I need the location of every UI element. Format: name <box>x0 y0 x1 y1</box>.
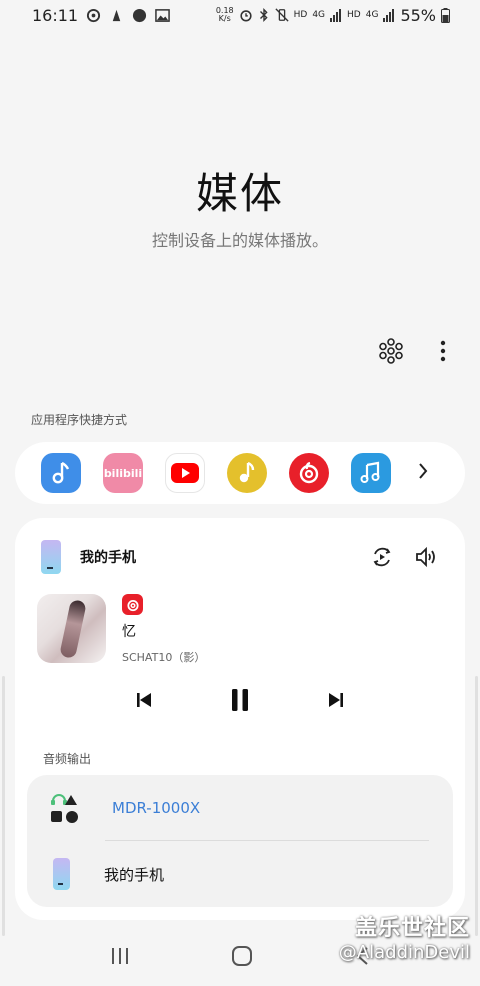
audio-output-section-label: 音频输出 <box>43 752 92 766</box>
watermark-cn: 盖乐世社区 <box>354 916 470 941</box>
signal-icon-1 <box>330 8 342 22</box>
watermark-en: @AladdinDevil <box>338 942 470 963</box>
netease-notification-icon <box>87 8 101 22</box>
playback-controls <box>15 686 465 714</box>
switch-device-button[interactable] <box>369 544 395 570</box>
volume-icon <box>416 546 435 568</box>
track-artist: SCHAT10（影） <box>122 651 206 664</box>
shortcuts-section-label: 应用程序快捷方式 <box>31 413 128 427</box>
youtube-app-shortcut[interactable] <box>165 453 205 493</box>
device-row: 我的手机 <box>41 540 439 574</box>
skip-previous-icon <box>137 693 151 707</box>
bluetooth-icon <box>259 8 268 22</box>
album-art[interactable] <box>37 594 106 663</box>
edge-panel-handle-right <box>475 676 478 936</box>
pause-button[interactable] <box>226 686 254 714</box>
page-title: 媒体 <box>195 169 284 218</box>
device-network-icon <box>379 338 403 364</box>
audio-output-item-headphones[interactable]: MDR-1000X <box>27 775 453 841</box>
chat-notification-icon <box>133 8 147 22</box>
audio-output-list: MDR-1000X 我的手机 <box>27 775 453 907</box>
headphones-device-icon <box>51 794 78 823</box>
media-card: 我的手机 忆 SCHAT10（影） 音频输出 MDR-1000X 我的手机 <box>15 518 465 920</box>
phone-icon <box>53 858 70 890</box>
battery-percent: 55% <box>400 5 436 25</box>
phone-icon <box>41 540 61 574</box>
pause-icon <box>232 689 248 711</box>
double-music-note-icon <box>360 461 380 483</box>
netease-music-icon <box>126 599 139 611</box>
lte-badge-1: 4G <box>312 10 326 20</box>
gallery-notification-icon <box>155 8 170 22</box>
source-app-badge <box>122 594 143 615</box>
app-notification-icon <box>112 9 121 21</box>
audio-output-label: 我的手机 <box>104 865 165 884</box>
home-icon <box>231 946 252 966</box>
volume-button[interactable] <box>413 544 439 570</box>
netease-music-icon <box>299 461 319 484</box>
top-actions <box>378 338 456 364</box>
more-shortcuts-button[interactable] <box>417 461 429 485</box>
hd-badge-2: HD <box>347 10 361 20</box>
previous-button[interactable] <box>130 686 158 714</box>
recent-apps-button[interactable] <box>110 947 130 969</box>
lte-badge-2: 4G <box>365 10 379 20</box>
signal-icon-2 <box>383 8 395 22</box>
edge-panel-handle-left <box>2 676 5 936</box>
skip-next-icon <box>329 693 343 707</box>
blue-music-app-shortcut[interactable] <box>351 453 391 493</box>
clock: 16:11 <box>32 5 79 25</box>
next-button[interactable] <box>322 686 350 714</box>
page-subtitle: 控制设备上的媒体播放。 <box>151 231 328 250</box>
chevron-right-icon <box>419 463 428 479</box>
hd-badge-1: HD <box>293 10 308 20</box>
now-playing: 忆 SCHAT10（影） <box>37 594 443 666</box>
youtube-icon <box>171 463 199 483</box>
yellow-music-app-shortcut[interactable] <box>227 453 267 493</box>
music-note-icon <box>239 461 255 483</box>
music-app-shortcut[interactable] <box>41 453 81 493</box>
audio-output-label: MDR-1000X <box>112 799 201 817</box>
track-title: 忆 <box>122 624 136 640</box>
device-name: 我的手机 <box>80 550 136 566</box>
mute-vibrate-icon <box>275 8 289 22</box>
alarm-icon <box>240 10 252 22</box>
recent-apps-icon <box>112 948 129 964</box>
watermark: 盖乐世社区 @AladdinDevil <box>339 910 470 963</box>
status-bar: 16:11 0.18 K/s HD 4G HD 4G 55% <box>0 0 480 30</box>
track-info: 忆 SCHAT10（影） <box>122 594 205 666</box>
netease-music-app-shortcut[interactable] <box>289 453 329 493</box>
cast-switch-icon <box>373 547 391 567</box>
bilibili-logo-text: bilibili <box>103 466 143 480</box>
battery-icon <box>441 7 450 23</box>
app-shortcuts-bar: bilibili <box>15 442 465 504</box>
home-button[interactable] <box>231 945 253 971</box>
more-options-button[interactable] <box>430 338 456 364</box>
connected-devices-button[interactable] <box>378 338 404 364</box>
net-speed: 0.18 K/s <box>215 6 234 23</box>
audio-output-item-phone[interactable]: 我的手机 <box>27 841 453 907</box>
music-note-icon <box>52 461 70 484</box>
more-vertical-icon <box>440 340 446 362</box>
hero: 媒体 控制设备上的媒体播放。 <box>0 160 480 251</box>
bilibili-app-shortcut[interactable]: bilibili <box>103 453 143 493</box>
